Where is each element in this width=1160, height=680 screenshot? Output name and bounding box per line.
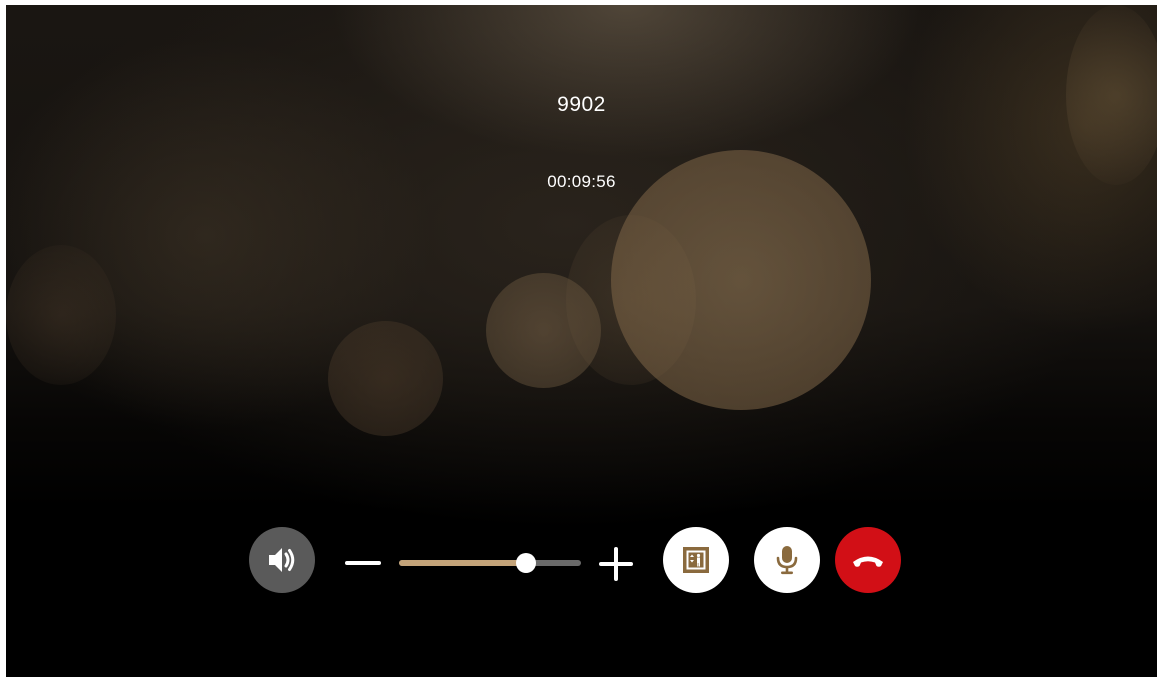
call-screen: 9902 00:09:56: [6, 5, 1157, 677]
call-timer: 00:09:56: [547, 172, 616, 191]
caller-id: 9902: [557, 93, 606, 116]
minus-icon: [345, 561, 381, 565]
volume-up-button[interactable]: [597, 545, 635, 583]
volume-slider[interactable]: [399, 548, 581, 578]
volume-down-button[interactable]: [344, 558, 382, 568]
hang-up-button[interactable]: [835, 527, 901, 593]
microphone-icon: [776, 546, 798, 575]
volume-thumb[interactable]: [516, 553, 536, 573]
microphone-button[interactable]: [754, 527, 820, 593]
elevator-button[interactable]: [663, 527, 729, 593]
hang-up-icon: [853, 556, 883, 567]
volume-fill: [399, 560, 526, 566]
speaker-button[interactable]: [249, 527, 315, 593]
elevator-icon: [683, 547, 709, 573]
speaker-icon: [269, 548, 295, 572]
